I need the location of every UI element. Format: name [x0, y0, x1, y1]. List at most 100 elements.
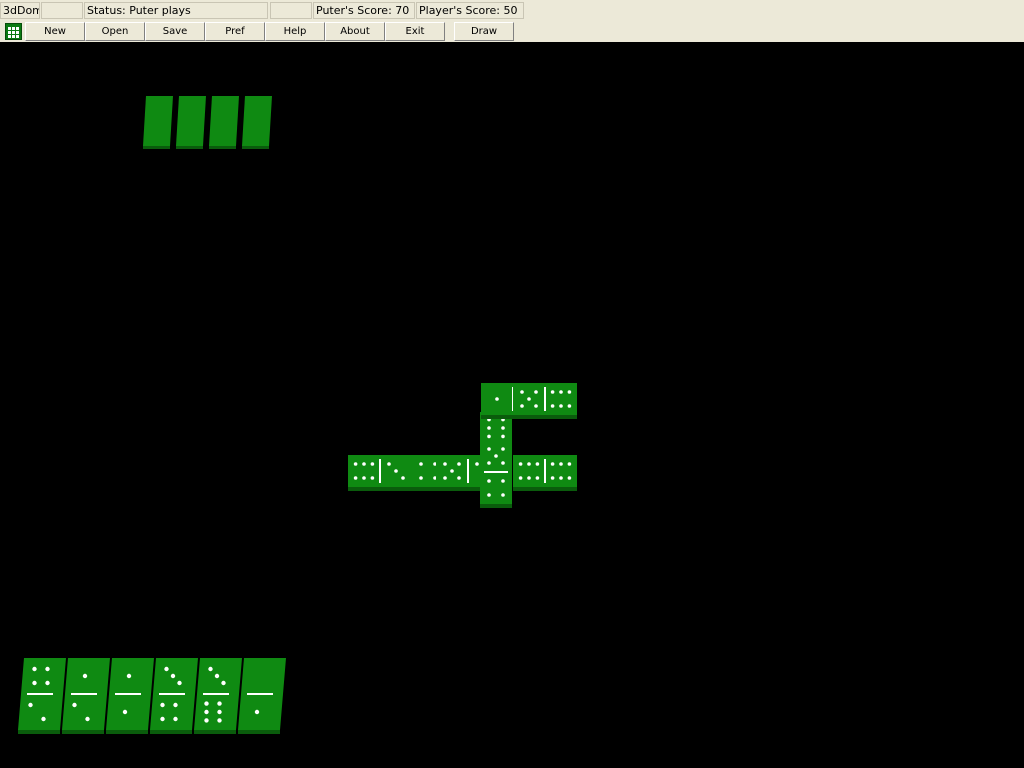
- pip: [160, 716, 165, 722]
- app-name: 3dDom: [0, 2, 40, 19]
- pip: [518, 476, 523, 480]
- pip: [217, 718, 222, 723]
- pip: [527, 397, 531, 401]
- player-tile[interactable]: [62, 658, 110, 734]
- save-button[interactable]: Save: [145, 22, 205, 41]
- pip: [475, 462, 479, 466]
- pip: [487, 447, 491, 451]
- pip: [173, 702, 178, 708]
- help-button[interactable]: Help: [265, 22, 325, 41]
- pip: [82, 673, 88, 679]
- status-text: Status: Puter plays: [84, 2, 268, 19]
- pip: [401, 476, 405, 480]
- player-hand: [18, 658, 286, 734]
- board-tile: [513, 383, 577, 419]
- pip: [559, 404, 563, 408]
- player-tile[interactable]: [150, 658, 198, 734]
- pip: [41, 716, 46, 722]
- played-tiles: [348, 383, 577, 508]
- player-tile[interactable]: [238, 658, 286, 734]
- pip: [457, 462, 461, 466]
- pip: [487, 461, 491, 465]
- tile-divider: [203, 693, 229, 695]
- pip: [254, 709, 260, 715]
- player-tile[interactable]: [194, 658, 242, 734]
- draw-button[interactable]: Draw: [454, 22, 514, 41]
- pip: [45, 666, 50, 672]
- player-tile[interactable]: [18, 658, 66, 734]
- opponent-tile: [209, 96, 239, 149]
- board-tile: [480, 440, 512, 508]
- pip: [173, 716, 178, 722]
- pip: [567, 390, 572, 394]
- exit-button[interactable]: Exit: [385, 22, 445, 41]
- pip: [567, 404, 572, 408]
- pip: [122, 709, 128, 715]
- pip: [501, 447, 505, 451]
- open-button[interactable]: Open: [85, 22, 145, 41]
- pip: [550, 462, 555, 466]
- pip: [204, 701, 209, 706]
- pip: [214, 673, 220, 679]
- pip: [217, 709, 222, 715]
- pip: [45, 680, 50, 686]
- pip: [501, 479, 505, 483]
- status-blank-1: [41, 2, 83, 19]
- status-blank-2: [270, 2, 312, 19]
- pip: [527, 476, 531, 480]
- pip: [567, 476, 572, 480]
- game-board[interactable]: [0, 42, 1024, 768]
- pip: [362, 476, 366, 480]
- new-button[interactable]: New: [25, 22, 85, 41]
- pip: [370, 476, 375, 480]
- pip: [518, 462, 523, 466]
- player-score: Player's Score: 50: [416, 2, 524, 19]
- pip: [457, 476, 461, 480]
- pip: [72, 702, 77, 708]
- board-tile: [348, 455, 412, 491]
- pip: [394, 469, 398, 473]
- pip: [535, 476, 540, 480]
- opponent-tile: [176, 96, 206, 149]
- tile-divider: [71, 693, 97, 695]
- pref-button[interactable]: Pref: [205, 22, 265, 41]
- pip: [160, 702, 165, 708]
- pip: [567, 462, 572, 466]
- pip: [353, 462, 358, 466]
- pip: [164, 666, 169, 672]
- pip: [204, 709, 209, 715]
- pip: [534, 404, 538, 408]
- toolbar: New Open Save Pref Help About Exit Draw: [0, 21, 1024, 43]
- tile-divider: [115, 693, 141, 695]
- pip: [487, 493, 491, 497]
- pip: [520, 404, 524, 408]
- pip: [443, 462, 447, 466]
- about-button[interactable]: About: [325, 22, 385, 41]
- pip: [501, 493, 505, 497]
- pip: [387, 462, 391, 466]
- pip: [450, 469, 454, 473]
- puter-score: Puter's Score: 70: [313, 2, 415, 19]
- pip: [550, 476, 555, 480]
- pip: [520, 390, 524, 394]
- pip: [487, 479, 491, 483]
- pip: [353, 476, 358, 480]
- board-canvas[interactable]: [0, 42, 1024, 768]
- pip: [419, 462, 423, 466]
- player-tile[interactable]: [106, 658, 154, 734]
- pip: [204, 718, 209, 723]
- pip: [362, 462, 366, 466]
- status-bar: 3dDom Status: Puter plays Puter's Score:…: [0, 0, 1024, 22]
- pip: [487, 434, 491, 439]
- pip: [208, 666, 213, 672]
- pip: [501, 426, 505, 430]
- pip: [177, 680, 182, 686]
- domino-app-icon[interactable]: [5, 23, 22, 40]
- pip: [559, 390, 563, 394]
- opponent-tile: [242, 96, 272, 149]
- pip: [443, 476, 447, 480]
- opponent-tile: [143, 96, 173, 149]
- tile-divider: [27, 693, 53, 695]
- pip: [126, 673, 132, 679]
- pip: [217, 701, 222, 706]
